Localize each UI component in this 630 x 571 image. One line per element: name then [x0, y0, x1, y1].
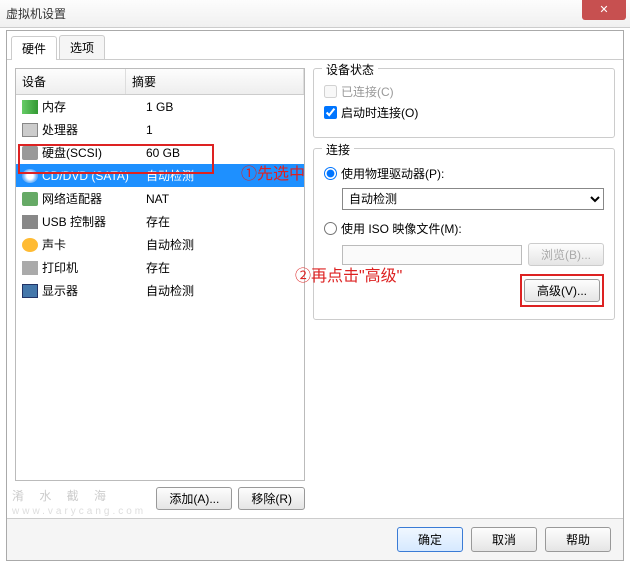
device-list: 设备 摘要 内存1 GB处理器1硬盘(SCSI)60 GBCD/DVD (SAT… — [15, 68, 305, 481]
device-name: USB 控制器 — [42, 213, 146, 230]
device-row[interactable]: 声卡自动检测 — [16, 233, 304, 256]
hardware-panel: 设备 摘要 内存1 GB处理器1硬盘(SCSI)60 GBCD/DVD (SAT… — [15, 68, 305, 510]
remove-button[interactable]: 移除(R) — [238, 487, 305, 510]
iso-label[interactable]: 使用 ISO 映像文件(M): — [341, 220, 462, 237]
device-summary: 存在 — [146, 213, 298, 230]
dialog-frame: 硬件 选项 设备 摘要 内存1 GB处理器1硬盘(SCSI)60 GBCD/DV… — [6, 30, 624, 561]
tab-options[interactable]: 选项 — [59, 35, 105, 59]
device-summary: 存在 — [146, 259, 298, 276]
connection-title: 连接 — [322, 141, 354, 158]
device-name: 显示器 — [42, 282, 146, 299]
device-status-title: 设备状态 — [322, 61, 378, 78]
device-name: 处理器 — [42, 121, 146, 138]
connect-poweron-label[interactable]: 启动时连接(O) — [341, 104, 418, 121]
device-icon — [22, 284, 38, 298]
device-summary: 自动检测 — [146, 236, 298, 253]
device-icon — [22, 146, 38, 160]
device-name: CD/DVD (SATA) — [42, 169, 146, 183]
device-status-group: 设备状态 已连接(C) 启动时连接(O) — [313, 68, 615, 138]
annotation-box-2: 高级(V)... — [520, 274, 604, 307]
device-icon — [22, 100, 38, 114]
ok-button[interactable]: 确定 — [397, 527, 463, 552]
connection-group: 连接 使用物理驱动器(P): 自动检测 使用 ISO 映像文件(M): 浏览(B — [313, 148, 615, 320]
help-button[interactable]: 帮助 — [545, 527, 611, 552]
annotation-text-1: ①先选中 — [241, 160, 305, 184]
device-summary: 60 GB — [146, 146, 298, 160]
device-icon — [22, 238, 38, 252]
device-icon — [22, 261, 38, 275]
device-row[interactable]: 网络适配器NAT — [16, 187, 304, 210]
device-summary: 1 — [146, 123, 298, 137]
iso-radio[interactable] — [324, 222, 337, 235]
tab-strip: 硬件 选项 — [7, 31, 623, 60]
physical-drive-select[interactable]: 自动检测 — [342, 188, 604, 210]
connected-checkbox — [324, 85, 337, 98]
device-name: 网络适配器 — [42, 190, 146, 207]
annotation-text-2: ②再点击"高级" — [295, 262, 402, 286]
physical-drive-label[interactable]: 使用物理驱动器(P): — [341, 165, 444, 182]
device-row[interactable]: 打印机存在 — [16, 256, 304, 279]
column-device[interactable]: 设备 — [16, 69, 126, 94]
device-row[interactable]: USB 控制器存在 — [16, 210, 304, 233]
device-name: 内存 — [42, 98, 146, 115]
device-row[interactable]: 显示器自动检测 — [16, 279, 304, 302]
device-icon — [22, 169, 38, 183]
title-bar: 虚拟机设置 — [0, 0, 630, 28]
physical-drive-radio[interactable] — [324, 167, 337, 180]
device-row[interactable]: 内存1 GB — [16, 95, 304, 118]
device-row[interactable]: 处理器1 — [16, 118, 304, 141]
device-summary: NAT — [146, 192, 298, 206]
device-list-header: 设备 摘要 — [16, 69, 304, 95]
dialog-footer: 确定 取消 帮助 — [7, 518, 623, 560]
close-icon[interactable] — [582, 0, 626, 20]
tab-hardware[interactable]: 硬件 — [11, 36, 57, 60]
connected-label: 已连接(C) — [341, 83, 394, 100]
settings-panel: 设备状态 已连接(C) 启动时连接(O) 连接 使用物理驱动器(P): — [313, 68, 615, 510]
device-name: 打印机 — [42, 259, 146, 276]
device-name: 声卡 — [42, 236, 146, 253]
column-summary[interactable]: 摘要 — [126, 69, 304, 94]
device-summary: 1 GB — [146, 100, 298, 114]
device-icon — [22, 123, 38, 137]
device-summary: 自动检测 — [146, 282, 298, 299]
device-name: 硬盘(SCSI) — [42, 144, 146, 161]
cancel-button[interactable]: 取消 — [471, 527, 537, 552]
connect-poweron-checkbox[interactable] — [324, 106, 337, 119]
device-icon — [22, 192, 38, 206]
browse-button: 浏览(B)... — [528, 243, 604, 266]
add-button[interactable]: 添加(A)... — [156, 487, 232, 510]
advanced-button[interactable]: 高级(V)... — [524, 279, 600, 302]
device-icon — [22, 215, 38, 229]
window-title: 虚拟机设置 — [6, 5, 66, 22]
watermark: 淆 水 截 海 www.varycang.com — [12, 483, 146, 517]
